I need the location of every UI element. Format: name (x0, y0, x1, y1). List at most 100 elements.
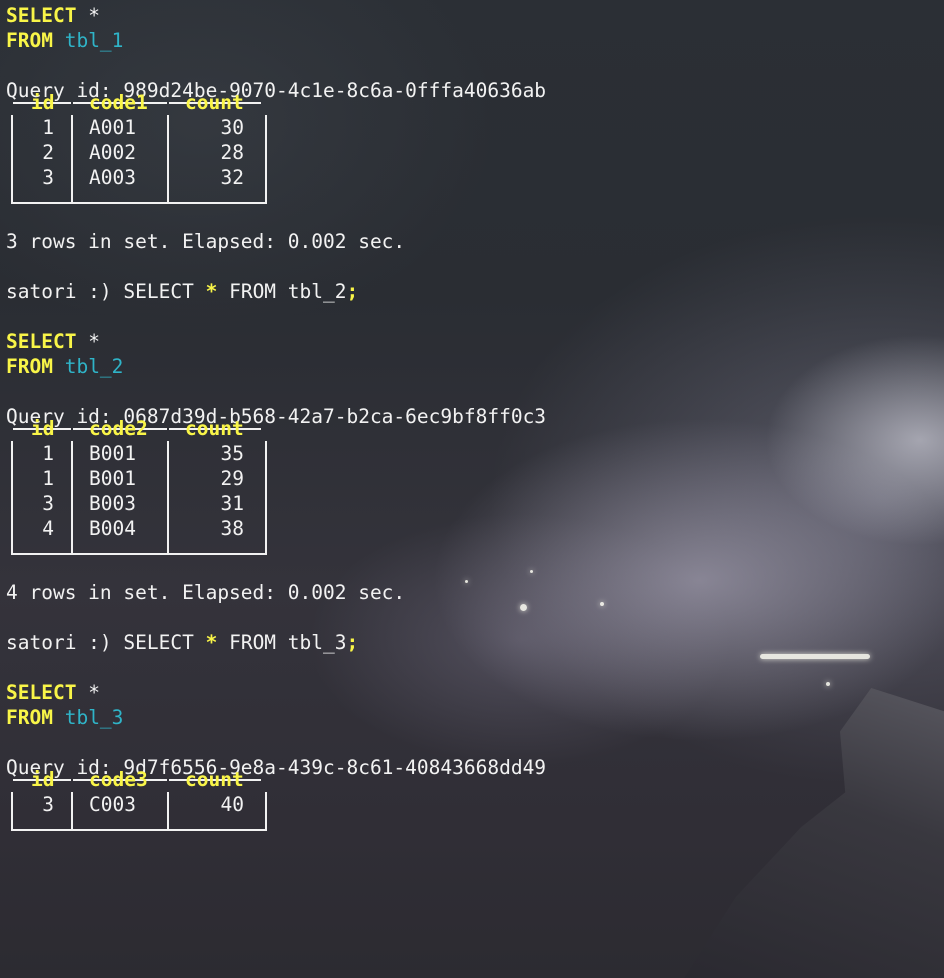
table-cell: 32 (220, 166, 244, 189)
table-cell: 3 (42, 793, 54, 816)
rows-summary: 3 rows in set. Elapsed: 0.002 sec. (6, 230, 406, 253)
result-columns: id 3 code3 C003 count 40 (13, 768, 265, 829)
table-cell: 31 (220, 492, 244, 515)
table-cell: 38 (220, 517, 244, 540)
table-cell: 4 (42, 517, 54, 540)
column-header: count (185, 417, 244, 440)
column-header: code1 (89, 91, 148, 114)
select-line: SELECT * (6, 3, 936, 28)
from-line: FROM tbl_1 (6, 28, 936, 53)
table-name: tbl_1 (52, 29, 124, 52)
table-cell: 2 (42, 141, 54, 164)
command-semicolon: ; (346, 631, 359, 654)
column-header-rule: id (13, 768, 71, 791)
table-cell: 1 (42, 467, 54, 490)
select-line: SELECT * (6, 329, 936, 354)
column-header-rule: count (169, 91, 261, 114)
table-cell: B001 (89, 442, 136, 465)
column-header-rule: code1 (73, 91, 167, 114)
command-semicolon: ; (346, 280, 359, 303)
from-line: FROM tbl_2 (6, 354, 936, 379)
prompt: satori :) (6, 631, 124, 654)
from-line: FROM tbl_3 (6, 705, 936, 730)
column-count: count 30 28 32 (169, 91, 261, 202)
result-table: id 1 2 3 code1 A001 A002 A003 count 30 28 32 (11, 91, 267, 204)
from-keyword: FROM (6, 29, 53, 52)
result-columns: id 1 2 3 code1 A001 A002 A003 count 30 28 32 (13, 91, 265, 202)
column-count: count 40 (169, 768, 261, 829)
command-star: * (205, 631, 218, 654)
command-star: * (205, 280, 218, 303)
column-body: 1134 (13, 441, 71, 553)
command-text: SELECT (123, 631, 206, 654)
column-header: count (185, 91, 244, 114)
column-body: B001 B001 B003 B004 (73, 441, 167, 553)
column-id: id 3 (13, 768, 73, 829)
table-cell: 40 (220, 793, 244, 816)
column-header: id (31, 768, 55, 791)
select-line: SELECT * (6, 680, 936, 705)
column-header: id (31, 91, 55, 114)
column-id: id 1 2 3 (13, 91, 73, 202)
column-header-rule: id (13, 417, 71, 440)
column-body: 40 (169, 792, 261, 829)
column-code: code3 C003 (73, 768, 169, 829)
table-cell: C003 (89, 793, 136, 816)
column-body: A001 A002 A003 (73, 115, 167, 202)
table-cell: B003 (89, 492, 136, 515)
table-cell: 3 (42, 492, 54, 515)
table-cell: A002 (89, 141, 136, 164)
select-star: * (76, 330, 100, 353)
column-count: count 35 29 31 38 (169, 417, 261, 553)
table-name: tbl_3 (52, 706, 124, 729)
prompt-line: satori :) SELECT * FROM tbl_3; (6, 630, 936, 655)
prompt-line: satori :) SELECT * FROM tbl_2; (6, 279, 936, 304)
column-header-rule: count (169, 417, 261, 440)
column-header-rule: count (169, 768, 261, 791)
table-cell: 1 (42, 116, 54, 139)
table-cell: 28 (220, 141, 244, 164)
column-header: code2 (89, 417, 148, 440)
table-cell: 1 (42, 442, 54, 465)
table-cell: 3 (42, 166, 54, 189)
table-cell: B001 (89, 467, 136, 490)
column-body: 3 (13, 792, 71, 829)
from-keyword: FROM (6, 706, 53, 729)
table-cell: B004 (89, 517, 136, 540)
from-keyword: FROM (6, 355, 53, 378)
command-text: FROM tbl_3 (217, 631, 347, 654)
select-star: * (76, 4, 100, 27)
result-columns: id 1 1 3 4 code2 B001 B001 B003 B004 count 35 29 31 38 (13, 417, 265, 553)
select-keyword: SELECT (6, 330, 77, 353)
command-text: SELECT (123, 280, 206, 303)
select-star: * (76, 681, 100, 704)
table-cell: 30 (220, 116, 244, 139)
prompt: satori :) (6, 280, 124, 303)
table-name: tbl_2 (52, 355, 124, 378)
column-body: 30 28 32 (169, 115, 261, 202)
column-body: 35 29 31 38 (169, 441, 261, 553)
terminal-output[interactable]: SELECT * FROM tbl_1 Query id: 989d24be-907… (6, 3, 936, 831)
column-code: code2 B001 B001 B003 B004 (73, 417, 169, 553)
column-header: count (185, 768, 244, 791)
column-header-rule: code3 (73, 768, 167, 791)
column-body: 123 (13, 115, 71, 202)
table-cell: A003 (89, 166, 136, 189)
result-table: id 1 1 3 4 code2 B001 B001 B003 B004 count 35 29 31 38 (11, 417, 267, 555)
command-text: FROM tbl_2 (217, 280, 347, 303)
table-cell: A001 (89, 116, 136, 139)
table-cell: 29 (220, 467, 244, 490)
column-header-rule: code2 (73, 417, 167, 440)
column-header: code3 (89, 768, 148, 791)
column-body: C003 (73, 792, 167, 829)
result-table: id 3 code3 C003 count 40 (11, 768, 267, 831)
table-cell: 35 (220, 442, 244, 465)
